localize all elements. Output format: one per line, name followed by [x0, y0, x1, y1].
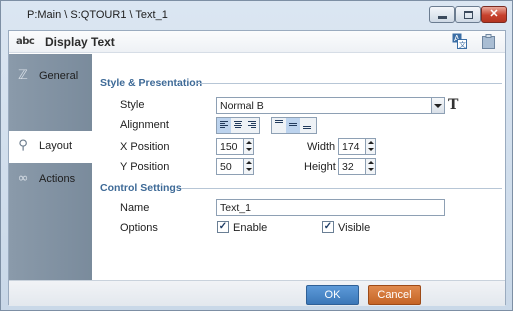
translate-icon[interactable]: A 文 — [452, 33, 467, 49]
section-divider — [196, 83, 502, 84]
layout-panel: Style & Presentation Style Normal B T Al… — [93, 54, 505, 280]
dialog-footer: OK Cancel — [9, 280, 505, 306]
sidebar-item-actions[interactable]: ∞ Actions — [9, 164, 92, 196]
svg-text:文: 文 — [459, 40, 466, 49]
dialog-client: abc Display Text A 文 ℤ General ⚲ Layout — [8, 30, 506, 306]
section-divider — [181, 188, 502, 189]
section-title-control: Control Settings — [100, 182, 182, 194]
align-center-icon — [234, 121, 242, 130]
sidebar: ℤ General ⚲ Layout ∞ Actions — [9, 54, 92, 306]
x-position-label: X Position — [120, 141, 170, 153]
align-left-icon — [220, 121, 228, 130]
width-stepper[interactable]: 174 — [338, 138, 376, 155]
section-title-style: Style & Presentation — [100, 77, 203, 89]
arrow-down-icon[interactable] — [246, 148, 252, 151]
spin-arrows[interactable] — [365, 159, 375, 174]
x-position-stepper[interactable]: 150 — [216, 138, 254, 155]
arrow-down-icon[interactable] — [246, 168, 252, 171]
options-label: Options — [120, 222, 158, 234]
align-bottom-icon — [303, 126, 311, 135]
enable-checkbox[interactable]: ✓ — [217, 221, 229, 233]
minimize-icon — [437, 16, 447, 19]
text-object-icon: abc — [16, 36, 35, 47]
spin-arrows[interactable] — [365, 139, 375, 154]
align-middle-icon — [289, 123, 297, 132]
horizontal-alignment-group — [216, 117, 260, 134]
sidebar-item-layout[interactable]: ⚲ Layout — [9, 131, 92, 163]
name-label: Name — [120, 202, 150, 214]
wand-icon: ℤ — [18, 68, 28, 83]
chevron-down-icon[interactable] — [431, 98, 444, 113]
align-center-button[interactable] — [231, 118, 245, 133]
height-value: 32 — [342, 161, 354, 173]
cancel-button[interactable]: Cancel — [368, 285, 421, 305]
dialog-title: Display Text — [45, 35, 115, 49]
style-select[interactable]: Normal B — [216, 97, 445, 114]
window-title: P:Main \ S:QTOUR1 \ Text_1 — [27, 9, 168, 21]
link-icon: ∞ — [17, 171, 29, 186]
maximize-button[interactable] — [455, 6, 481, 23]
close-icon: ✕ — [489, 8, 499, 20]
align-top-icon — [275, 120, 283, 129]
arrow-down-icon[interactable] — [368, 168, 374, 171]
style-label: Style — [120, 99, 145, 111]
name-value: Text_1 — [220, 202, 251, 214]
arrow-up-icon[interactable] — [246, 161, 252, 164]
clipboard-icon[interactable] — [482, 34, 495, 49]
arrow-down-icon[interactable] — [368, 148, 374, 151]
sidebar-item-label: Actions — [39, 173, 76, 185]
dialog-header: abc Display Text A 文 — [9, 31, 505, 53]
y-position-value: 50 — [220, 161, 232, 173]
sidebar-item-label: Layout — [39, 140, 73, 152]
title-bar[interactable]: P:Main \ S:QTOUR1 \ Text_1 ✕ — [1, 1, 512, 30]
name-input[interactable]: Text_1 — [216, 199, 445, 216]
vertical-alignment-group — [271, 117, 317, 134]
spin-arrows[interactable] — [243, 159, 253, 174]
dialog-window: P:Main \ S:QTOUR1 \ Text_1 ✕ abc Display… — [0, 0, 513, 311]
arrow-up-icon[interactable] — [246, 141, 252, 144]
height-label: Height — [304, 161, 336, 173]
visible-checkbox[interactable]: ✓ — [322, 221, 334, 233]
y-position-label: Y Position — [120, 161, 170, 173]
magnifier-icon: ⚲ — [18, 138, 28, 153]
font-icon[interactable]: T — [448, 97, 462, 114]
visible-label[interactable]: Visible — [338, 222, 370, 234]
arrow-up-icon[interactable] — [368, 161, 374, 164]
enable-label[interactable]: Enable — [233, 222, 267, 234]
maximize-icon — [463, 10, 473, 19]
x-position-value: 150 — [220, 141, 238, 153]
y-position-stepper[interactable]: 50 — [216, 158, 254, 175]
arrow-up-icon[interactable] — [368, 141, 374, 144]
align-bottom-button[interactable] — [300, 118, 314, 133]
alignment-label: Alignment — [120, 119, 169, 131]
sidebar-item-label: General — [39, 70, 79, 82]
ok-button[interactable]: OK — [306, 285, 359, 305]
sidebar-item-general[interactable]: ℤ General — [9, 61, 92, 93]
align-left-button[interactable] — [217, 118, 231, 133]
align-top-button[interactable] — [272, 118, 286, 133]
align-right-button[interactable] — [245, 118, 259, 133]
close-button[interactable]: ✕ — [481, 6, 507, 23]
width-label: Width — [307, 141, 336, 153]
height-stepper[interactable]: 32 — [338, 158, 376, 175]
align-right-icon — [248, 121, 256, 130]
style-value: Normal B — [220, 100, 264, 112]
minimize-button[interactable] — [429, 6, 455, 23]
width-value: 174 — [342, 141, 360, 153]
spin-arrows[interactable] — [243, 139, 253, 154]
align-middle-button[interactable] — [286, 118, 300, 133]
